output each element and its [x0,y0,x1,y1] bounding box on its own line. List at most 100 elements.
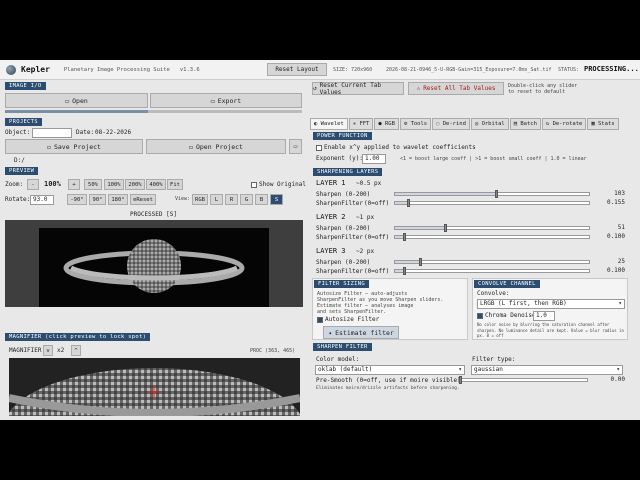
layer3-sharpen-slider[interactable] [394,258,590,266]
reset-layout-button[interactable]: Reset Layout [267,63,327,76]
tab-orbital[interactable]: ◎ Orbital [470,118,509,130]
layer1-filter-thumb[interactable] [406,199,410,207]
tab-wavelet[interactable]: ◐ Wavelet [310,118,348,130]
sharpening-layers-header: SHARPENING LAYERS [313,168,383,176]
exponent-hint: <1 = boost large coeff | >1 = boost smal… [400,156,587,162]
layer3-filter-fill [395,270,403,272]
autosize-toggle[interactable]: Autosize Filter [317,316,379,323]
magnifier-canvas[interactable] [9,358,300,416]
layer1-sharpen-label: Sharpen [316,191,342,198]
convolve-select[interactable]: LRGB (L first, then RGB) ▾ [477,299,625,309]
reset-current-tab-button[interactable]: ↺ Reset Current Tab Values [312,82,404,96]
open-button[interactable]: ▭ Open [5,93,148,108]
rotate-90-button[interactable]: 90° [89,194,106,205]
exponent-field[interactable]: 1.00 [362,154,386,164]
tab-tools[interactable]: ⚙ Tools [399,118,432,130]
derind-icon: ◌ [436,121,440,127]
view-l-button[interactable]: L [210,194,223,205]
layer3-filter-slider[interactable] [394,267,590,275]
zoom-400-button[interactable]: 400% [146,179,166,190]
tab-rgb[interactable]: ● RGB [374,118,399,130]
presmooth-thumb[interactable] [459,376,462,384]
chroma-denoise-field[interactable]: 1.0 [533,311,555,321]
presmooth-slider[interactable] [458,376,588,384]
show-original-checkbox[interactable] [251,181,257,188]
layer2-sharpen-slider[interactable] [394,224,590,232]
preview-canvas[interactable] [5,220,303,307]
enable-power-toggle[interactable]: Enable x^y applied to wavelet coefficien… [316,144,476,151]
filter-type-select[interactable]: gaussian ▾ [471,365,623,375]
save-project-button[interactable]: ▭ Save Project [5,139,143,154]
magnifier-down-button[interactable]: v [43,345,53,356]
chroma-denoise-toggle[interactable]: Chroma Denoise [477,312,536,319]
fft-icon: ✳ [352,121,357,127]
tab-stats[interactable]: ▦ Stats [587,118,619,130]
layer1-filter-slider[interactable] [394,199,590,207]
view-s-button[interactable]: S [270,194,283,205]
project-path: D:/ [14,157,25,164]
zoom-value: 100% [44,180,61,188]
date-value[interactable]: 08-22-2026 [95,129,131,136]
autosize-label: Autosize Filter [325,316,380,323]
enable-power-checkbox[interactable] [316,144,322,151]
rotate-minus90-button[interactable]: -90° [67,194,87,205]
layer2-filter-thumb[interactable] [402,233,406,241]
rotate-180-button[interactable]: 180° [108,194,128,205]
magnifier-up-button[interactable]: ^ [71,345,81,356]
layer1-sharpen-range: (0-200) [345,191,371,198]
layer2-sharpen-range: (0-200) [345,225,371,232]
zoom-fit-button[interactable]: Fit [167,179,183,190]
zoom-out-button[interactable]: - [27,179,39,190]
zoom-50-button[interactable]: 50% [84,179,102,190]
zoom-100-button[interactable]: 100% [104,179,124,190]
object-field[interactable] [32,128,72,138]
stats-icon: ▦ [591,121,595,127]
chevron-down-icon: ▾ [616,366,620,373]
saturn-image [63,239,245,293]
tab-batch[interactable]: ▤ Batch [509,118,541,130]
chroma-denoise-checkbox[interactable] [477,312,483,319]
color-model-select[interactable]: oklab (default) ▾ [315,365,465,375]
convolve-channel-header: CONVOLVE CHANNEL [474,280,540,288]
open-project-button[interactable]: ▭ Open Project [146,139,286,154]
save-project-label: Save Project [53,142,101,151]
exponent-label: Exponent (y): [316,155,363,162]
layer1-sharpen-slider[interactable] [394,190,590,198]
rgb-icon: ● [378,121,382,127]
zoom-200-button[interactable]: 200% [125,179,145,190]
layer1-sharpen-thumb[interactable] [494,190,498,198]
browse-folder-button[interactable]: ▭ [289,139,302,154]
layer2-filter-slider[interactable] [394,233,590,241]
layer2-filter-label: SharpenFilter [316,234,363,241]
layer1-filter-value: 0.155 [606,199,625,206]
chevron-down-icon: v [46,347,50,354]
tools-icon: ⚙ [403,121,408,127]
zoom-in-button[interactable]: + [68,179,80,190]
view-r-button[interactable]: R [225,194,238,205]
derotate-icon: ↻ [545,121,550,127]
reset-all-tabs-button[interactable]: ⚠ Reset All Tab Values [408,82,504,95]
layer3-filter-thumb[interactable] [402,267,406,275]
rotate-reset-button[interactable]: ⊘ Reset [130,194,156,205]
view-rgb-button[interactable]: RGB [192,194,208,205]
convolve-value: LRGB (L first, then RGB) [480,300,567,307]
layer3-sharpen-thumb[interactable] [419,258,423,266]
layer2-sharpen-thumb[interactable] [444,224,448,232]
autosize-checkbox[interactable] [317,316,323,323]
convolve-label: Convolve: [477,290,510,297]
layer3-sub: ~2 px [356,248,375,255]
export-button[interactable]: ▭ Export [150,93,302,108]
view-g-button[interactable]: G [240,194,253,205]
show-original-toggle[interactable]: Show Original [251,181,306,188]
tab-derind[interactable]: ◌ De-rind [432,118,470,130]
app-subtitle: Planetary Image Processing Suite [63,66,170,73]
app-window: Kepler Planetary Image Processing Suite … [0,60,640,420]
tab-derotate[interactable]: ↻ De-rotate [541,118,587,130]
file-name: 2026-08-21-0946_5-U-RGB-Gain=315_Exposur… [386,67,552,73]
tab-fft[interactable]: ✳ FFT [348,118,374,130]
estimate-filter-button[interactable]: ✦ Estimate filter [323,326,399,339]
layer1-title: LAYER 1 [316,179,346,187]
rotate-field[interactable]: 93.0 [30,195,54,205]
view-b-button[interactable]: B [255,194,268,205]
show-original-label: Show Original [259,181,306,188]
